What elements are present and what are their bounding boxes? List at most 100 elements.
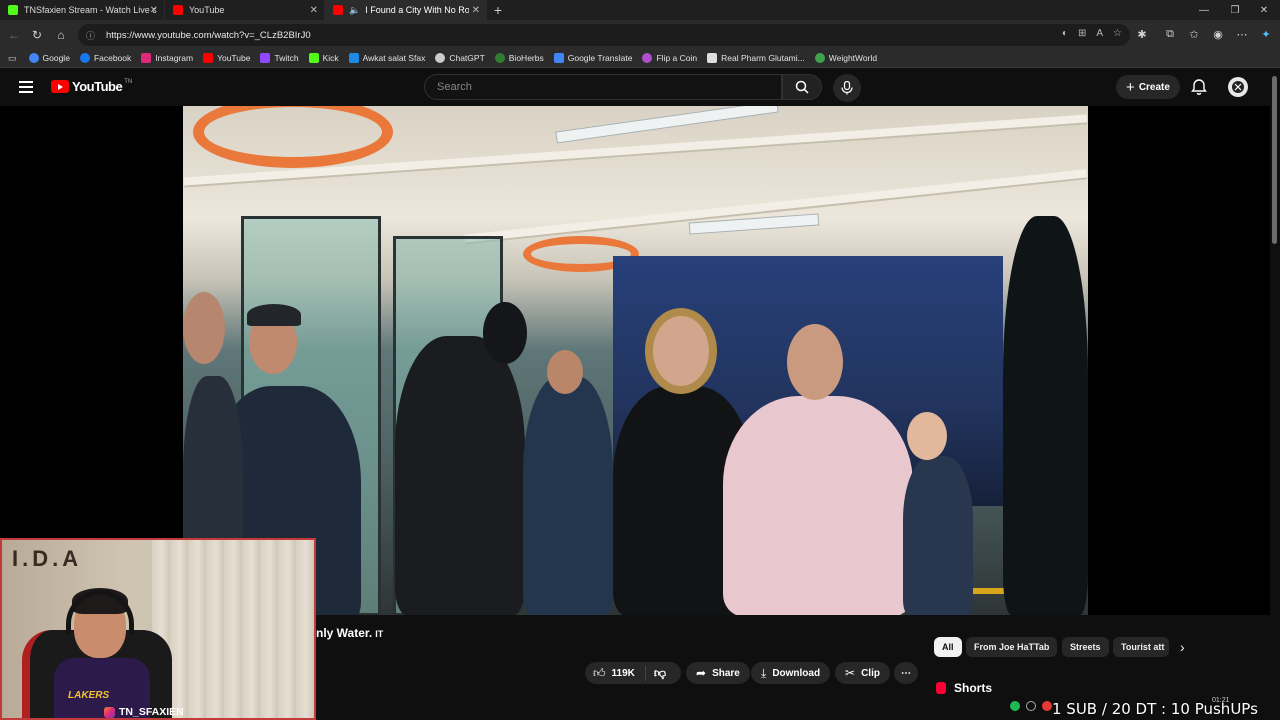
person-silhouette bbox=[723, 396, 913, 615]
shorts-heading: Shorts bbox=[936, 681, 992, 695]
share-button[interactable]: ➦ Share bbox=[686, 662, 750, 684]
bookmark-instagram[interactable]: Instagram bbox=[141, 53, 193, 63]
title-suffix: IT bbox=[375, 629, 384, 639]
search-placeholder: Search bbox=[437, 81, 472, 93]
prayer-times-icon bbox=[348, 53, 359, 63]
tab-label: I Found a City With No Road bbox=[365, 5, 470, 15]
bookmark-label: Facebook bbox=[93, 53, 132, 63]
chevron-right-icon[interactable]: › bbox=[1180, 639, 1185, 655]
favorites-icon[interactable]: ✩ bbox=[1186, 26, 1202, 42]
profile-icon[interactable]: ◉ bbox=[1210, 26, 1226, 42]
tab-youtube[interactable]: YouTube ✕ bbox=[165, 0, 325, 20]
bookmark-bioherbs[interactable]: BioHerbs bbox=[494, 53, 544, 63]
chip-streets[interactable]: Streets bbox=[1062, 637, 1109, 657]
bookmark-label: BioHerbs bbox=[508, 53, 544, 63]
tracking-icon[interactable]: ◐ bbox=[1062, 28, 1068, 39]
split-screen-icon[interactable]: ⧉ bbox=[1162, 26, 1178, 42]
country-code: TN bbox=[124, 79, 133, 85]
scissors-icon: ✂ bbox=[845, 666, 856, 680]
tray-record-icon[interactable] bbox=[1042, 701, 1052, 711]
download-icon: ⤓ bbox=[761, 665, 767, 680]
page-scrollbar[interactable] bbox=[1270, 68, 1280, 694]
tab-close-icon[interactable]: ✕ bbox=[310, 5, 318, 16]
bookmark-chatgpt[interactable]: ChatGPT bbox=[435, 53, 485, 63]
site-info-icon[interactable]: ⓘ bbox=[86, 29, 98, 42]
person-hood bbox=[483, 302, 527, 364]
home-icon[interactable]: ⌂ bbox=[52, 26, 70, 44]
minimize-button[interactable]: — bbox=[1188, 0, 1220, 20]
tray-icon[interactable] bbox=[1026, 701, 1036, 711]
new-tab-button[interactable]: + bbox=[487, 0, 509, 20]
bookmark-weightworld[interactable]: WeightWorld bbox=[814, 53, 877, 63]
reload-icon[interactable]: ↻ bbox=[28, 26, 46, 44]
back-icon[interactable]: ← bbox=[5, 26, 23, 44]
app-install-icon[interactable]: ⊞ bbox=[1078, 28, 1086, 39]
coin-icon bbox=[642, 53, 653, 63]
like-count[interactable]: 119K bbox=[612, 668, 635, 679]
scrollbar-thumb[interactable] bbox=[1272, 76, 1277, 244]
tab-current-video[interactable]: 🔈 I Found a City With No Road ✕ bbox=[325, 0, 487, 20]
chip-tourist[interactable]: Tourist att bbox=[1113, 637, 1169, 657]
bookmark-awkat-salat[interactable]: Awkat salat Sfax bbox=[348, 53, 425, 63]
chip-from-channel[interactable]: From Joe HaTTab bbox=[966, 637, 1058, 657]
menu-icon[interactable] bbox=[19, 81, 33, 93]
taskbar-clock: 01:21 bbox=[1212, 697, 1230, 704]
voice-search-button[interactable] bbox=[833, 74, 861, 102]
download-button[interactable]: ⤓ Download bbox=[751, 662, 831, 684]
url-field[interactable]: ⓘ https://www.youtube.com/watch?v=_CLzB2… bbox=[78, 24, 1130, 46]
clip-button[interactable]: ✂ Clip bbox=[835, 662, 890, 684]
create-button[interactable]: + Create bbox=[1116, 75, 1180, 99]
collections-icon[interactable]: ▭ bbox=[8, 53, 17, 64]
bookmark-twitch[interactable]: Twitch bbox=[260, 53, 299, 63]
video-title: nly Water. IT bbox=[316, 626, 383, 640]
speaker-icon[interactable]: 🔈 bbox=[349, 5, 360, 16]
twitch-icon bbox=[260, 53, 271, 63]
chip-label: Streets bbox=[1070, 642, 1101, 652]
maximize-button[interactable]: ❐ bbox=[1219, 0, 1251, 20]
chatgpt-icon bbox=[435, 53, 446, 63]
copilot-icon[interactable]: ✦ bbox=[1258, 26, 1274, 42]
bookmarks-bar: ▭ Google Facebook Instagram YouTube Twit… bbox=[0, 49, 1280, 68]
facebook-icon bbox=[79, 53, 90, 63]
extensions-icon[interactable]: ✱ bbox=[1134, 26, 1150, 42]
bookmark-google-translate[interactable]: Google Translate bbox=[553, 53, 632, 63]
more-options-icon[interactable]: ⋯ bbox=[1234, 26, 1250, 42]
kick-icon bbox=[308, 53, 319, 63]
more-horizontal-icon: ⋯ bbox=[901, 667, 911, 679]
close-window-button[interactable]: ✕ bbox=[1248, 0, 1280, 20]
address-bar-row: ← ↻ ⌂ ⓘ https://www.youtube.com/watch?v=… bbox=[0, 20, 1280, 49]
jersey-lettering: LAKERS bbox=[68, 690, 110, 701]
chip-label: Tourist att bbox=[1121, 642, 1165, 652]
account-avatar[interactable] bbox=[1228, 77, 1248, 97]
youtube-logo[interactable]: YouTube TN bbox=[51, 79, 132, 94]
video-frame[interactable] bbox=[183, 106, 1088, 615]
plus-icon: + bbox=[1126, 78, 1135, 96]
dislike-icon[interactable]: 👎︎ bbox=[644, 665, 666, 681]
handle-text: TN_SFAXIEN bbox=[119, 706, 184, 718]
tab-close-icon[interactable]: ✕ bbox=[150, 5, 158, 16]
bookmark-google[interactable]: Google bbox=[28, 53, 70, 63]
read-aloud-icon[interactable]: A bbox=[1096, 28, 1103, 39]
tab-close-icon[interactable]: ✕ bbox=[472, 5, 480, 16]
notifications-bell-icon[interactable] bbox=[1190, 78, 1208, 96]
spotify-icon[interactable] bbox=[1010, 701, 1020, 711]
more-actions-button[interactable]: ⋯ bbox=[894, 662, 918, 684]
person-silhouette bbox=[523, 376, 613, 615]
favorite-star-icon[interactable]: ☆ bbox=[1113, 28, 1122, 39]
search-button[interactable] bbox=[782, 74, 822, 100]
bookmark-facebook[interactable]: Facebook bbox=[79, 53, 132, 63]
tab-kick-stream[interactable]: TNSfaxien Stream - Watch Live on ✕ bbox=[0, 0, 165, 20]
bookmark-youtube[interactable]: YouTube bbox=[203, 53, 250, 63]
video-title-text: nly Water. bbox=[316, 626, 373, 640]
search-input[interactable]: Search bbox=[424, 74, 782, 100]
chip-all[interactable]: All bbox=[934, 637, 962, 657]
person-silhouette bbox=[395, 336, 525, 615]
bookmark-kick[interactable]: Kick bbox=[308, 53, 339, 63]
person-head bbox=[547, 350, 583, 394]
bookmark-flip-a-coin[interactable]: Flip a Coin bbox=[642, 53, 697, 63]
bookmark-real-pharm[interactable]: Real Pharm Glutami... bbox=[707, 53, 805, 63]
like-icon[interactable]: 👍︎ bbox=[593, 666, 606, 681]
bookmark-label: Kick bbox=[322, 53, 339, 63]
bookmark-label: Real Pharm Glutami... bbox=[721, 53, 805, 63]
chip-label: All bbox=[942, 642, 954, 652]
